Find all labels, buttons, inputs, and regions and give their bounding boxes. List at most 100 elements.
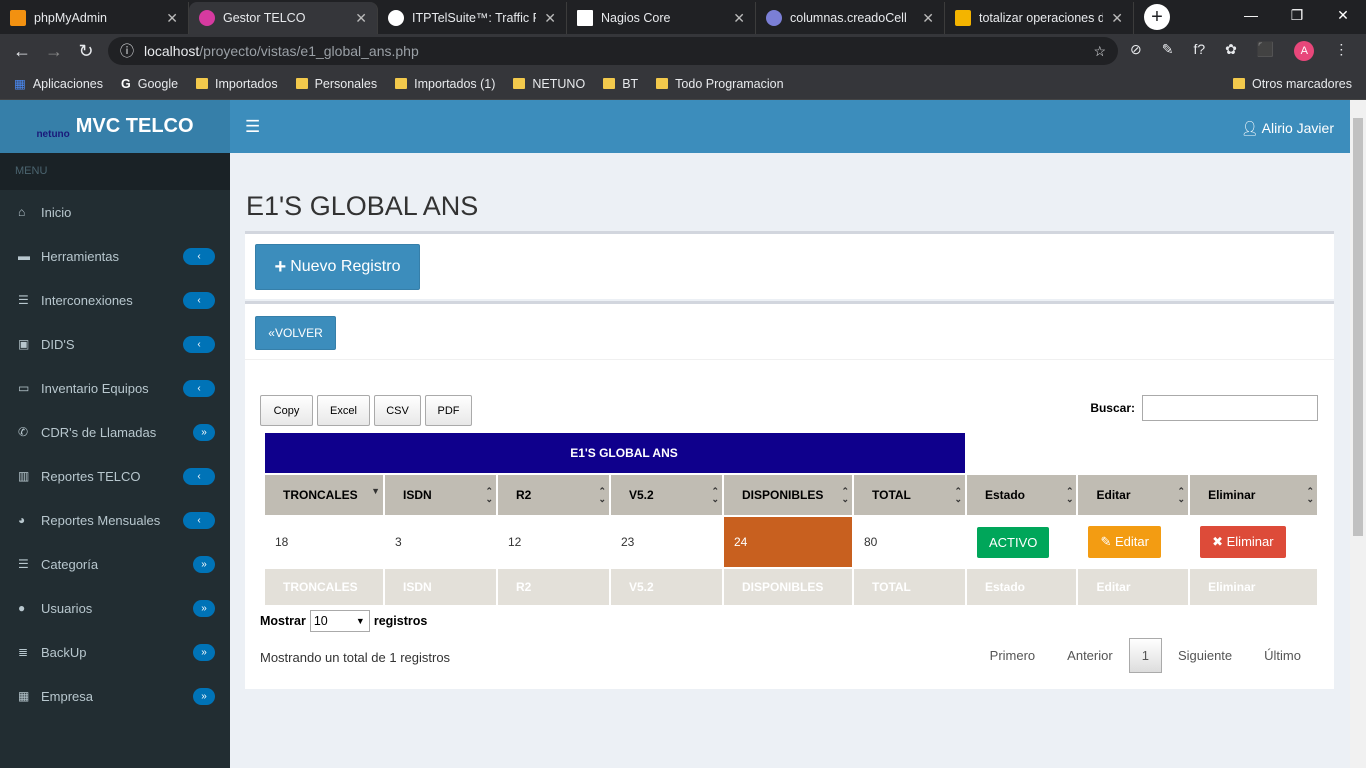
extension-icon[interactable]: ✎ (1162, 41, 1174, 61)
sidebar-item-label: DID'S (41, 336, 75, 352)
maximize-icon[interactable]: ❐ (1274, 0, 1320, 30)
page-title: E1'S GLOBAL ANS (246, 191, 479, 221)
column-header[interactable]: R2 ⌃ ⌄ (498, 475, 609, 515)
tab-nagios[interactable]: Nagios Core ✕ (567, 2, 756, 34)
double-chevron-right-icon: » (193, 643, 215, 661)
pdf-button[interactable]: PDF (425, 395, 472, 426)
minimize-icon[interactable]: — (1228, 0, 1274, 30)
next-page-button[interactable]: Siguiente (1162, 648, 1248, 663)
close-window-icon[interactable]: ✕ (1320, 0, 1366, 30)
user-icon: 👤︎ (1240, 120, 1259, 136)
close-icon[interactable]: ✕ (166, 10, 178, 27)
sidebar-item-empresa[interactable]: ▦ Empresa » (0, 674, 230, 718)
menu-icon[interactable]: ⋮ (1334, 41, 1348, 61)
sidebar-item-backup[interactable]: ≣ BackUp » (0, 630, 230, 674)
sidebar-item-categor-a[interactable]: ☰ Categoría » (0, 542, 230, 586)
status-activo-button[interactable]: ACTIVO (977, 526, 1050, 558)
csv-button[interactable]: CSV (374, 395, 421, 426)
back-icon[interactable]: ← (6, 41, 38, 62)
tab-totalizar[interactable]: totalizar operaciones de ✕ (945, 2, 1134, 34)
sidebar-item-reportes-mensuales[interactable]: ◕ Reportes Mensuales ‹ (0, 498, 230, 542)
column-header[interactable]: DISPONIBLES ⌃ ⌄ (724, 475, 852, 515)
previous-page-button[interactable]: Anterior (1051, 648, 1129, 663)
delete-button[interactable]: ✖ Eliminar (1200, 526, 1286, 558)
close-icon[interactable]: ✕ (733, 10, 745, 27)
last-page-button[interactable]: Último (1248, 648, 1317, 663)
close-icon[interactable]: ✕ (1111, 10, 1123, 27)
scrollbar-thumb[interactable] (1353, 118, 1363, 536)
folder-icon (603, 78, 616, 89)
edit-button[interactable]: ✎ Editar (1088, 526, 1161, 558)
sidebar-item-did-s[interactable]: ▣ DID'S ‹ (0, 322, 230, 366)
forward-icon[interactable]: → (38, 41, 70, 62)
copy-button[interactable]: Copy (260, 395, 313, 426)
bookmark-star-icon[interactable]: ☆ (1093, 43, 1106, 60)
close-icon[interactable]: ✕ (544, 10, 556, 27)
bookmarks-bar: ▦ Aplicaciones G Google Importados Persona… (0, 68, 1366, 100)
tab-itptelsuite[interactable]: ITPTelSuite™: Traffic Rep ✕ (378, 2, 567, 34)
new-record-button[interactable]: + Nuevo Registro (255, 244, 420, 290)
bookmark-folder[interactable]: Personales (295, 77, 377, 91)
extension-icon[interactable]: f? (1193, 41, 1205, 61)
site-icon (199, 10, 215, 26)
user-menu[interactable]: 👤︎ Alirio Javier (1241, 120, 1334, 137)
sidebar-item-inicio[interactable]: ⌂ Inicio (0, 190, 230, 234)
column-header[interactable]: V5.2 ⌃ ⌄ (611, 475, 722, 515)
bookmark-folder[interactable]: BT (603, 77, 638, 91)
sidebar-item-herramientas[interactable]: ▬ Herramientas ‹ (0, 234, 230, 278)
profile-avatar[interactable]: A (1294, 41, 1315, 61)
briefcase-icon: ▬ (18, 249, 30, 263)
bookmark-folder[interactable]: Todo Programacion (656, 77, 784, 91)
page-scrollbar[interactable] (1350, 100, 1366, 768)
excel-button[interactable]: Excel (317, 395, 370, 426)
first-page-button[interactable]: Primero (974, 648, 1052, 663)
chevron-left-icon: ‹ (183, 467, 215, 485)
hamburger-menu-icon[interactable]: ☰ (245, 117, 260, 137)
cell-total: 80 (864, 535, 878, 549)
times-icon: ✖ (1212, 534, 1223, 549)
tab-columnas[interactable]: columnas.creadoCell ✕ (756, 2, 945, 34)
sidebar-item-label: Reportes Mensuales (41, 512, 161, 528)
other-bookmarks[interactable]: Otros marcadores (1232, 77, 1352, 91)
back-button[interactable]: «VOLVER (255, 316, 336, 350)
pdf-icon[interactable]: ⬛ (1257, 41, 1274, 61)
sidebar-item-reportes-telco[interactable]: ▥ Reportes TELCO ‹ (0, 454, 230, 498)
column-footer: TRONCALES (265, 569, 383, 605)
tab-phpmyadmin[interactable]: phpMyAdmin ✕ (0, 2, 189, 34)
sort-icon: ⌃ ⌄ (711, 486, 719, 504)
sidebar-item-usuarios[interactable]: ● Usuarios » (0, 586, 230, 630)
sidebar-item-label: Interconexiones (41, 292, 133, 308)
url-field[interactable]: ⓘ localhost/proyecto/vistas/e1_global_ans… (108, 37, 1118, 65)
app-logo[interactable]: netuno MVC TELCO (0, 100, 230, 153)
sort-icon: ⌃ ⌄ (1065, 486, 1074, 504)
bookmark-google[interactable]: G Google (121, 77, 178, 91)
plus-icon: + (274, 255, 287, 278)
table-box: «VOLVER Copy Excel CSV PDF Buscar: E1'S … (245, 301, 1334, 689)
extension-icon[interactable]: ✿ (1225, 41, 1237, 61)
page-length-select[interactable]: 10 ▼ (309, 610, 370, 632)
brand-name: MVC TELCO (75, 115, 194, 137)
column-header[interactable]: Eliminar ⌃ ⌄ (1190, 475, 1317, 515)
sidebar-item-inventario-equipos[interactable]: ▭ Inventario Equipos ‹ (0, 366, 230, 410)
column-header[interactable]: TRONCALES ▼ (265, 475, 383, 515)
new-tab-button[interactable]: + (1144, 4, 1170, 30)
bookmark-folder[interactable]: Importados (1) (395, 77, 495, 91)
reload-icon[interactable]: ↻ (70, 41, 102, 62)
tab-gestor-telco[interactable]: Gestor TELCO ✕ (189, 2, 378, 34)
column-header[interactable]: ISDN ⌃ ⌄ (385, 475, 496, 515)
bookmark-apps[interactable]: ▦ Aplicaciones (14, 76, 103, 92)
search-input[interactable] (1142, 395, 1318, 421)
sidebar-item-interconexiones[interactable]: ☰ Interconexiones ‹ (0, 278, 230, 322)
column-header[interactable]: Editar ⌃ ⌄ (1078, 475, 1189, 515)
bookmark-folder[interactable]: NETUNO (513, 77, 585, 91)
sidebar-item-cdr-s-de-llamadas[interactable]: ✆ CDR's de Llamadas » (0, 410, 230, 454)
search-label: Buscar: (1090, 401, 1135, 415)
column-header[interactable]: Estado ⌃ ⌄ (967, 475, 1077, 515)
column-header[interactable]: TOTAL ⌃ ⌄ (854, 475, 965, 515)
current-page-button[interactable]: 1 (1128, 638, 1162, 673)
extension-icon[interactable]: ⊘ (1130, 41, 1142, 61)
close-icon[interactable]: ✕ (355, 10, 367, 27)
bookmark-folder[interactable]: Importados (196, 77, 278, 91)
close-icon[interactable]: ✕ (922, 10, 934, 27)
laptop-icon: ▭ (18, 381, 30, 395)
